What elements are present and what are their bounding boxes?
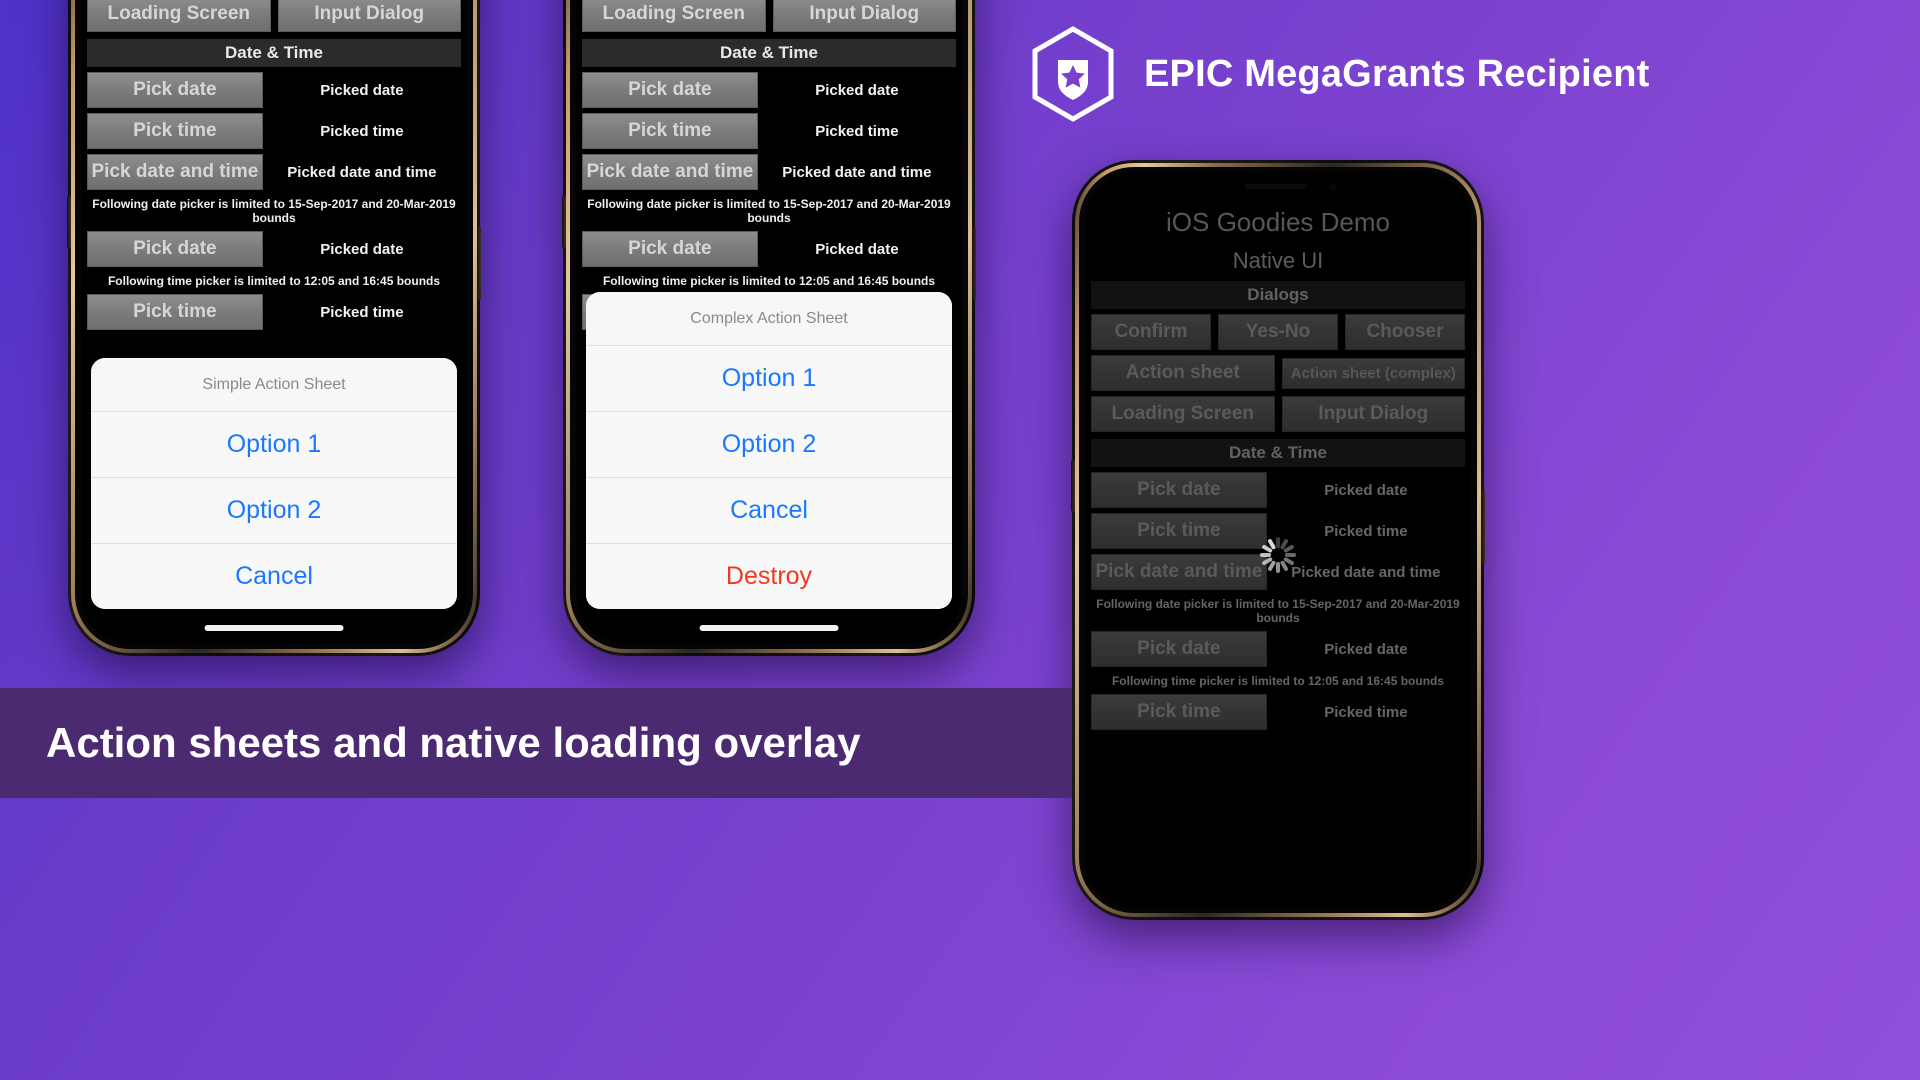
picked-date-value: Picked date xyxy=(320,81,404,99)
action-sheet-option-2[interactable]: Option 2 xyxy=(586,411,952,477)
volume-button[interactable] xyxy=(67,196,71,248)
pick-date-time-row: Pick date and time Picked date and time xyxy=(576,149,962,190)
action-sheet-option-1[interactable]: Option 1 xyxy=(586,345,952,411)
phone-mockup-2: Confirm Yes-No Chooser Action sheet Acti… xyxy=(562,0,976,656)
bounded-pick-time-row: Pick time Picked time xyxy=(81,289,467,330)
pick-time-button[interactable]: Pick time xyxy=(87,113,263,149)
time-bounds-note: Following time picker is limited to 12:0… xyxy=(107,274,441,288)
phone-screen-2: Confirm Yes-No Chooser Action sheet Acti… xyxy=(576,0,962,643)
dialogs-button-row-3: Loading Screen Input Dialog xyxy=(81,0,467,32)
loading-screen-button[interactable]: Loading Screen xyxy=(582,0,766,32)
input-dialog-button[interactable]: Input Dialog xyxy=(277,0,461,32)
action-sheet-cancel[interactable]: Cancel xyxy=(586,477,952,543)
picked-date-value: Picked date xyxy=(815,81,899,99)
action-sheet-destroy[interactable]: Destroy xyxy=(586,543,952,609)
epic-megagrants-badge: EPIC MegaGrants Recipient xyxy=(1030,26,1649,122)
phone-screen-3: iOS Goodies Demo Native UI Dialogs Confi… xyxy=(1085,173,1471,907)
dialogs-button-row-3: Loading Screen Input Dialog xyxy=(576,0,962,32)
caption-bar: Action sheets and native loading overlay xyxy=(0,688,1072,798)
action-sheet-title: Complex Action Sheet xyxy=(586,292,952,345)
home-indicator xyxy=(699,625,839,631)
pick-date-row: Pick date Picked date xyxy=(81,67,467,108)
phone-mockup-1: Confirm Yes-No Chooser Action sheet Acti… xyxy=(67,0,481,656)
pick-date-and-time-button[interactable]: Pick date and time xyxy=(582,154,758,190)
activity-indicator-icon xyxy=(1258,535,1298,575)
time-bounds-note: Following time picker is limited to 12:0… xyxy=(602,274,936,288)
pick-date-row: Pick date Picked date xyxy=(576,67,962,108)
action-sheet-simple[interactable]: Simple Action Sheet Option 1 Option 2 Ca… xyxy=(91,358,457,609)
picked-time-value: Picked time xyxy=(320,122,404,140)
phone-mockup-3: iOS Goodies Demo Native UI Dialogs Confi… xyxy=(1071,160,1485,920)
volume-button[interactable] xyxy=(562,196,566,248)
volume-button[interactable] xyxy=(1071,460,1075,512)
bounded-picked-date-value: Picked date xyxy=(320,240,404,258)
action-sheet-option-1[interactable]: Option 1 xyxy=(91,411,457,477)
bounded-pick-date-row: Pick date Picked date xyxy=(81,226,467,267)
date-bounds-note: Following date picker is limited to 15-S… xyxy=(587,197,951,225)
phone-screen-1: Confirm Yes-No Chooser Action sheet Acti… xyxy=(81,0,467,643)
bounded-pick-date-row: Pick date Picked date xyxy=(576,226,962,267)
section-header-date-time: Date & Time xyxy=(87,39,461,67)
pick-date-button[interactable]: Pick date xyxy=(582,72,758,108)
pick-time-button[interactable]: Pick time xyxy=(582,113,758,149)
bounded-pick-date-button[interactable]: Pick date xyxy=(582,231,758,267)
section-header-date-time: Date & Time xyxy=(582,39,956,67)
picked-time-value: Picked time xyxy=(815,122,899,140)
picked-date-and-time-value: Picked date and time xyxy=(782,163,932,181)
bounded-picked-time-value: Picked time xyxy=(320,303,404,321)
action-sheet-cancel[interactable]: Cancel xyxy=(91,543,457,609)
bounded-pick-date-button[interactable]: Pick date xyxy=(87,231,263,267)
power-button[interactable] xyxy=(477,226,481,300)
caption-text: Action sheets and native loading overlay xyxy=(46,719,861,766)
date-bounds-note: Following date picker is limited to 15-S… xyxy=(92,197,456,225)
action-sheet-title: Simple Action Sheet xyxy=(91,358,457,411)
picked-date-and-time-value: Picked date and time xyxy=(287,163,437,181)
loading-screen-button[interactable]: Loading Screen xyxy=(87,0,271,32)
pick-date-and-time-button[interactable]: Pick date and time xyxy=(87,154,263,190)
pick-time-row: Pick time Picked time xyxy=(81,108,467,149)
home-indicator xyxy=(204,625,344,631)
power-button[interactable] xyxy=(972,226,976,300)
pick-time-row: Pick time Picked time xyxy=(576,108,962,149)
action-sheet-option-2[interactable]: Option 2 xyxy=(91,477,457,543)
pick-date-time-row: Pick date and time Picked date and time xyxy=(81,149,467,190)
action-sheet-complex[interactable]: Complex Action Sheet Option 1 Option 2 C… xyxy=(586,292,952,609)
pick-date-button[interactable]: Pick date xyxy=(87,72,263,108)
power-button[interactable] xyxy=(1481,490,1485,564)
hexagon-shield-star-icon xyxy=(1030,26,1116,122)
bounded-picked-date-value: Picked date xyxy=(815,240,899,258)
input-dialog-button[interactable]: Input Dialog xyxy=(772,0,956,32)
epic-badge-label: EPIC MegaGrants Recipient xyxy=(1144,52,1650,95)
bounded-pick-time-button[interactable]: Pick time xyxy=(87,294,263,330)
